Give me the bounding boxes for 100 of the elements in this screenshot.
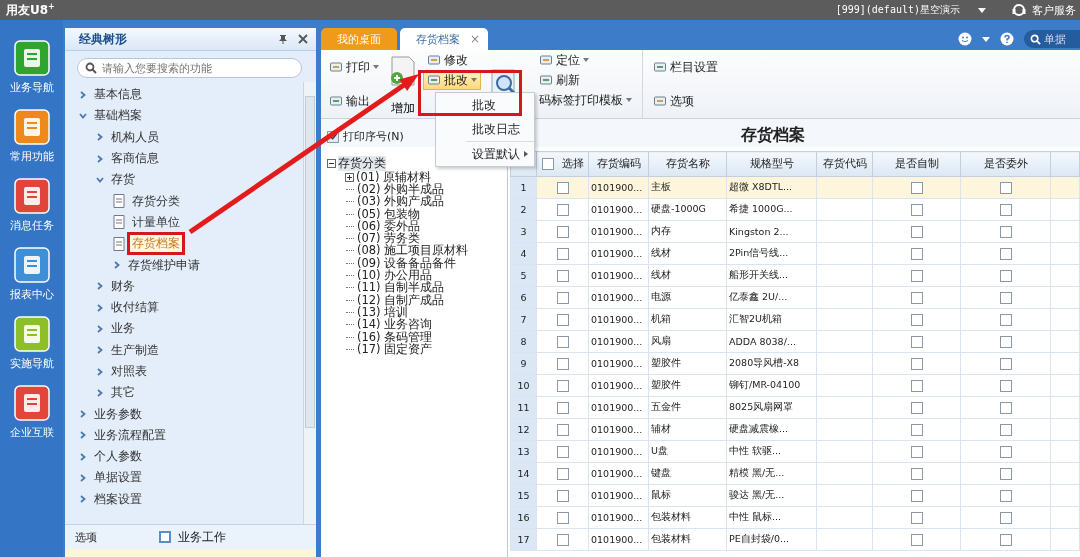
tree-item[interactable]: 机构人员 [109, 128, 162, 146]
chevron-right-icon[interactable] [79, 410, 88, 419]
checkbox[interactable] [999, 203, 1012, 216]
tree-item[interactable]: (09) 设备备品备件 [357, 255, 457, 271]
headset-icon[interactable] [1012, 3, 1026, 17]
checkbox[interactable] [556, 225, 569, 238]
tree-item[interactable]: (17) 固定资产 [357, 341, 433, 357]
chevron-down-icon[interactable] [79, 111, 88, 120]
checkbox[interactable] [556, 291, 569, 304]
checkbox[interactable] [910, 247, 923, 260]
smiley-icon[interactable] [958, 32, 972, 46]
chevron-right-icon[interactable] [79, 495, 88, 504]
checkbox[interactable] [910, 269, 923, 282]
checkbox[interactable] [556, 445, 569, 458]
chevron-right-icon[interactable] [96, 346, 105, 355]
checkbox[interactable] [999, 379, 1012, 392]
menu-item[interactable]: 设置默认 [436, 142, 534, 166]
checkbox[interactable] [999, 247, 1012, 260]
checkbox[interactable] [910, 401, 923, 414]
checkbox[interactable] [999, 401, 1012, 414]
scrollbar[interactable] [303, 82, 316, 524]
rail-nav-item[interactable]: 企业互联 [9, 385, 54, 440]
checkbox[interactable] [556, 335, 569, 348]
tree-item[interactable]: (06) 委外品 [357, 218, 421, 234]
checkbox[interactable] [910, 423, 923, 436]
toolbar-button[interactable]: 刷新 [535, 70, 636, 90]
close-icon[interactable] [298, 34, 308, 44]
tree-item[interactable]: 对照表 [109, 363, 150, 380]
tree-item[interactable]: 业务参数 [92, 405, 145, 423]
toolbar-button[interactable]: 输出 [325, 92, 383, 110]
chevron-right-icon[interactable] [79, 90, 88, 99]
chevron-right-icon[interactable] [96, 388, 105, 397]
checkbox[interactable] [999, 269, 1012, 282]
checkbox[interactable] [999, 225, 1012, 238]
checkbox[interactable] [556, 511, 569, 524]
toolbar-button[interactable]: 码标签打印模板 [535, 90, 636, 110]
rail-nav-item[interactable]: 报表中心 [9, 247, 54, 302]
checkbox[interactable] [556, 269, 569, 282]
checkbox[interactable] [999, 533, 1012, 546]
caret-icon[interactable] [982, 36, 990, 42]
checkbox[interactable] [556, 423, 569, 436]
chevron-right-icon[interactable] [96, 282, 105, 291]
tree-item[interactable]: 个人参数 [92, 448, 145, 466]
chevron-right-icon[interactable] [79, 431, 88, 440]
checkbox[interactable] [910, 313, 923, 326]
checkbox[interactable] [910, 379, 923, 392]
tree-item[interactable]: 业务流程配置 [92, 426, 169, 444]
checkbox[interactable] [556, 247, 569, 260]
checkbox[interactable] [556, 467, 569, 480]
account-label[interactable]: [999](default)星空演示 [835, 3, 960, 17]
chevron-right-icon[interactable] [96, 154, 105, 163]
tree-item[interactable]: 单据设置 [92, 469, 145, 487]
tree-item[interactable]: 存货维护申请 [126, 256, 203, 274]
checkbox[interactable] [910, 181, 923, 194]
help-icon[interactable] [1000, 32, 1014, 46]
chevron-right-icon[interactable] [79, 474, 88, 482]
checkbox[interactable] [556, 181, 569, 194]
tab[interactable]: 存货档案 × [400, 28, 489, 50]
checkbox[interactable] [910, 357, 923, 370]
tree-item[interactable]: 其它 [109, 384, 138, 402]
tree-item[interactable]: 客商信息 [109, 150, 162, 168]
tree-item[interactable]: 计量单位 [130, 213, 183, 231]
checkbox[interactable] [556, 379, 569, 392]
checkbox[interactable] [999, 313, 1012, 326]
checkbox[interactable] [999, 467, 1012, 480]
caret-icon[interactable] [978, 7, 986, 13]
chevron-right-icon[interactable] [113, 261, 122, 269]
tree-item[interactable]: 档案设置 [92, 490, 145, 508]
menu-item[interactable]: 批改日志 [436, 117, 534, 141]
customer-service-link[interactable]: 客户服务 [1032, 2, 1076, 18]
toolbar-button[interactable]: 修改 [423, 50, 481, 70]
tree-item[interactable]: 基础档案 [92, 107, 145, 125]
tree-item[interactable]: 生产制造 [109, 341, 162, 359]
chevron-right-icon[interactable] [96, 367, 105, 376]
chevron-right-icon[interactable] [96, 303, 105, 312]
chevron-down-icon[interactable] [96, 175, 105, 184]
tree-item[interactable]: 基本信息 [92, 86, 145, 104]
checkbox[interactable] [556, 489, 569, 502]
checkbox[interactable] [999, 445, 1012, 458]
checkbox[interactable] [910, 445, 923, 458]
checkbox[interactable] [541, 158, 554, 170]
search-field[interactable]: 单据 [1024, 30, 1080, 48]
rail-nav-item[interactable]: 业务导航 [9, 40, 54, 95]
toolbar-button[interactable]: 打印 [325, 58, 383, 76]
chevron-right-icon[interactable] [96, 133, 105, 142]
rail-nav-item[interactable]: 实施导航 [9, 316, 54, 371]
checkbox[interactable] [556, 203, 569, 216]
toolbar-button[interactable]: 选项 [649, 92, 722, 110]
checkbox[interactable] [999, 291, 1012, 304]
checkbox[interactable] [556, 533, 569, 546]
tree-item[interactable]: 存货分类 [338, 155, 386, 171]
checkbox[interactable] [910, 467, 923, 480]
rail-nav-item[interactable]: 消息任务 [9, 178, 54, 233]
checkbox[interactable] [999, 181, 1012, 194]
checkbox[interactable] [910, 533, 923, 546]
menu-item[interactable]: 批改 [436, 93, 534, 117]
toolbar-button[interactable]: 定位 [535, 50, 636, 70]
checkbox[interactable] [910, 225, 923, 238]
tree-item[interactable]: 存货分类 [130, 192, 183, 210]
checkbox[interactable] [999, 335, 1012, 348]
